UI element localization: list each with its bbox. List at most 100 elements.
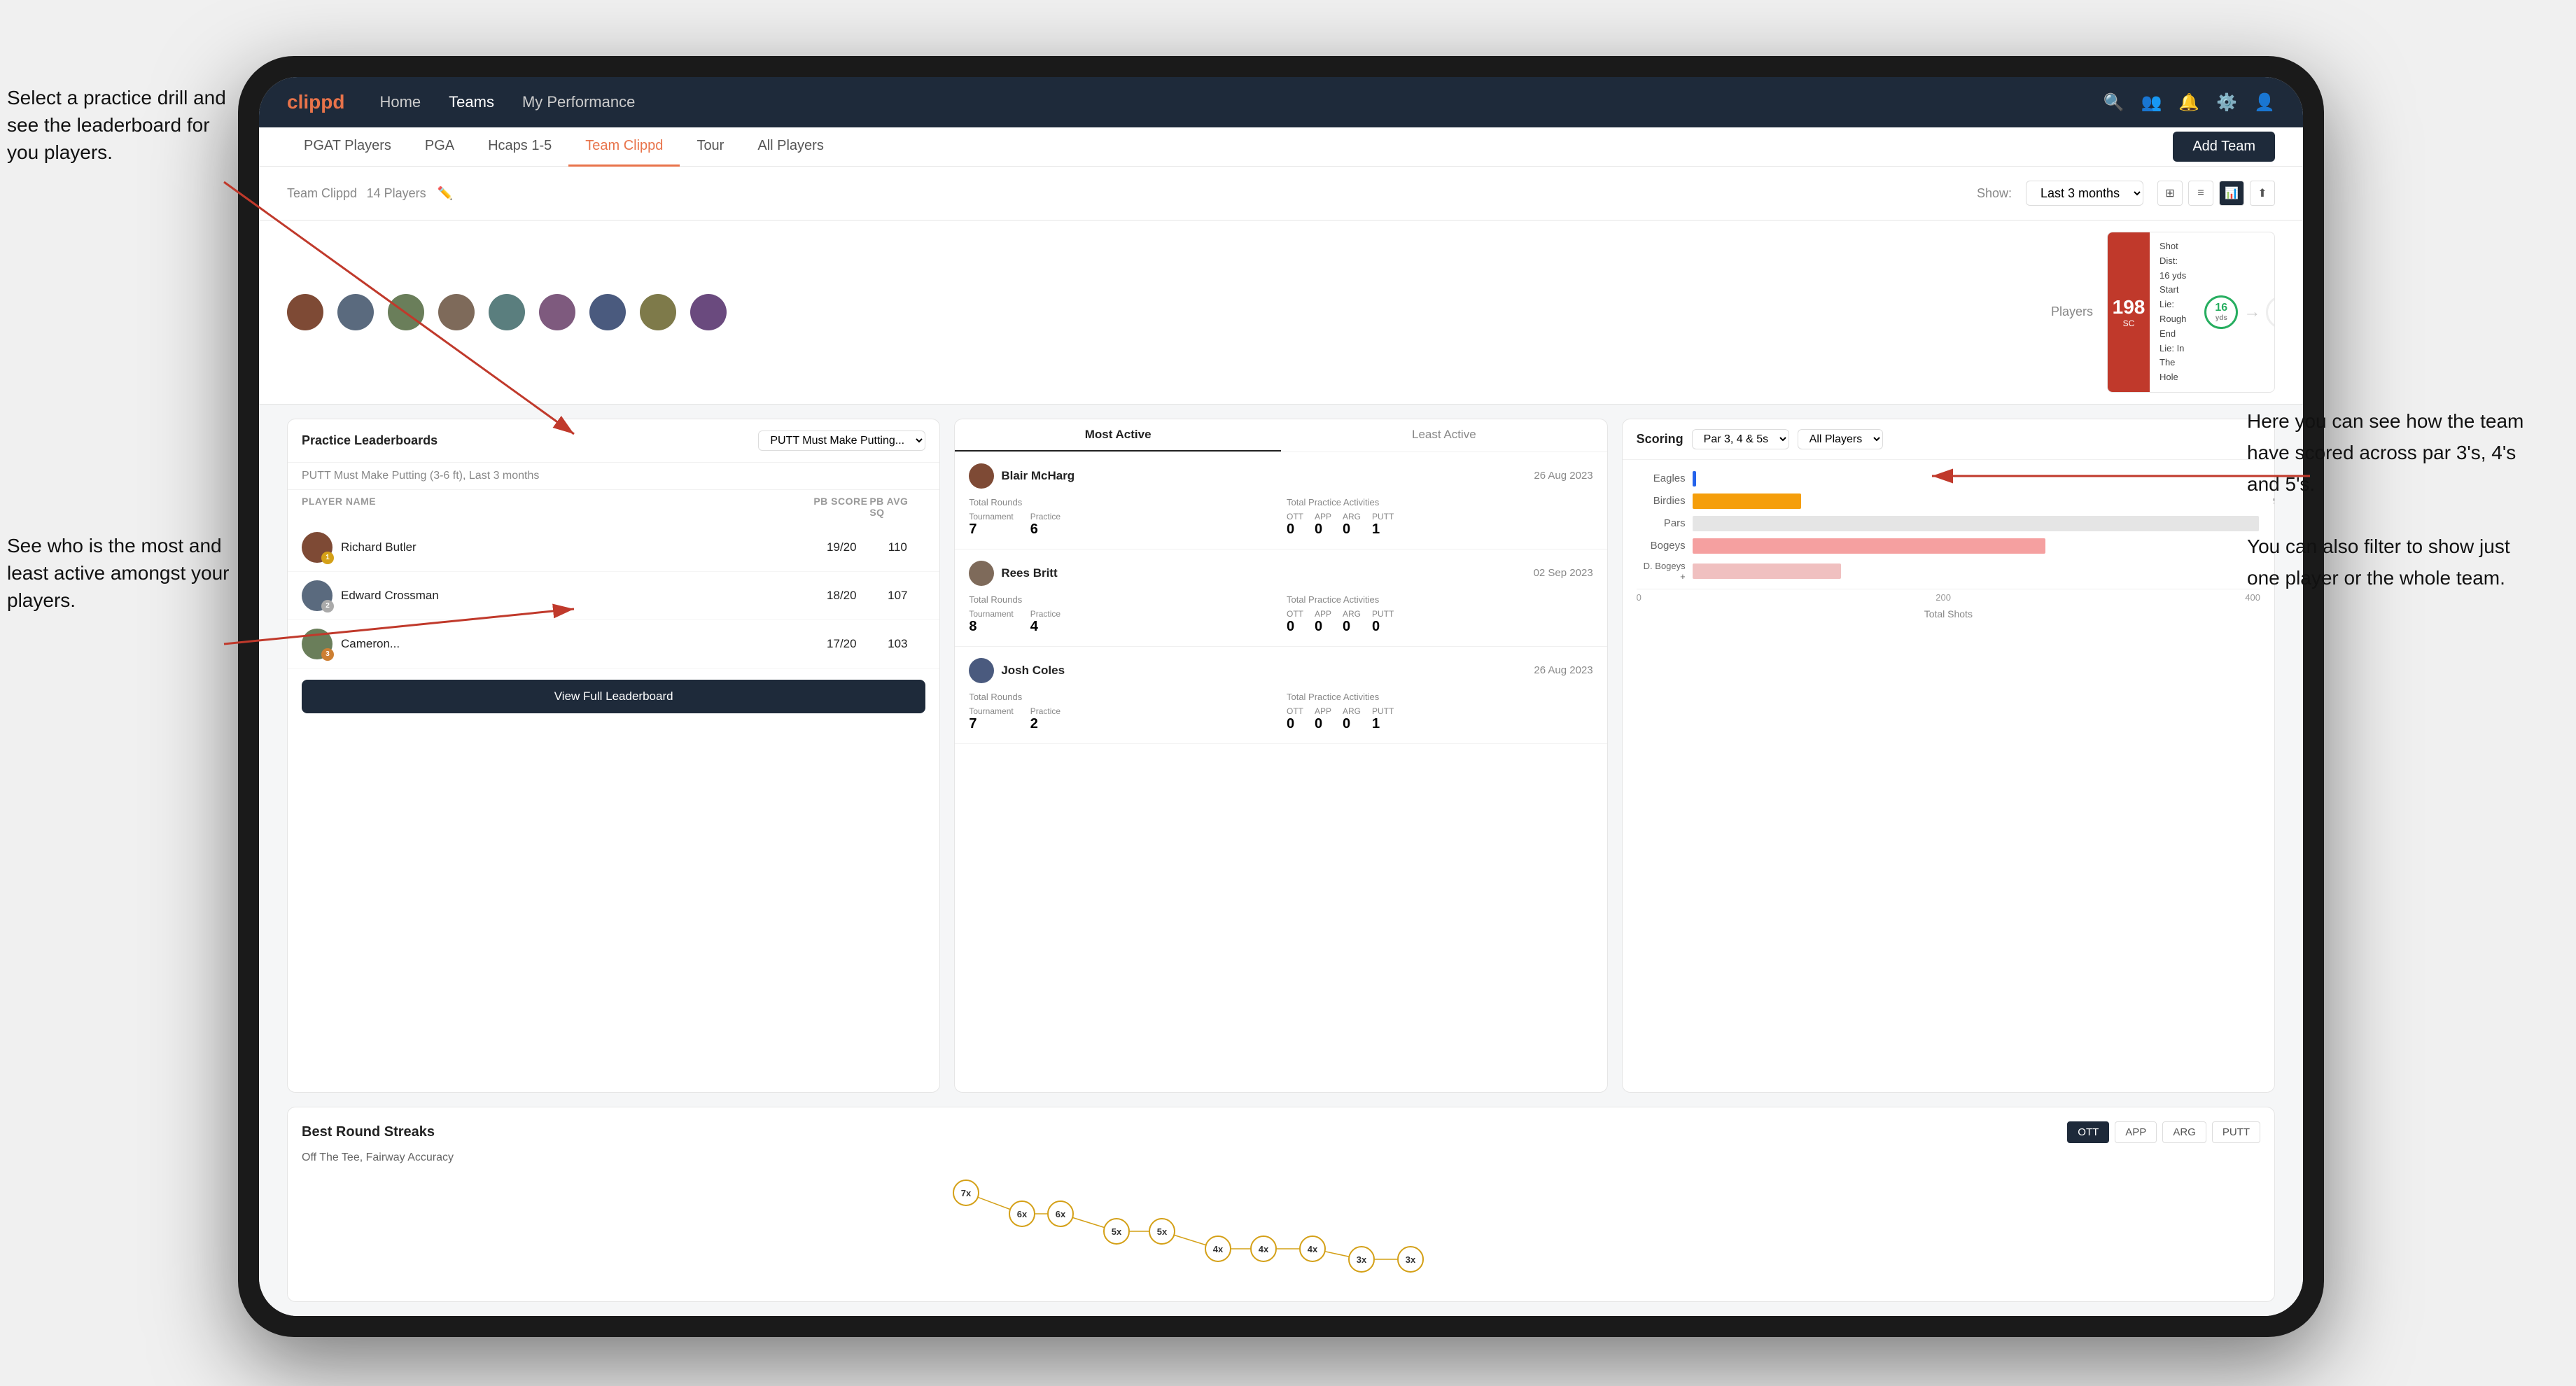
activity-thumb-1 — [969, 463, 994, 489]
svg-text:4x: 4x — [1259, 1244, 1269, 1254]
list-view-icon[interactable]: ≡ — [2188, 181, 2213, 206]
shot-info-card: 198 SC Shot Dist: 16 yds Start Lie: Roug… — [2107, 232, 2275, 393]
player-avatar-2[interactable] — [337, 294, 374, 330]
add-team-button[interactable]: Add Team — [2173, 132, 2275, 162]
arg-filter-button[interactable]: ARG — [2162, 1121, 2206, 1143]
activity-player-info-2: Rees Britt — [969, 561, 1057, 586]
subnav-team-clippd[interactable]: Team Clippd — [568, 127, 680, 167]
view-full-leaderboard-button[interactable]: View Full Leaderboard — [302, 680, 925, 713]
svg-text:3x: 3x — [1357, 1254, 1367, 1265]
players-filter-dropdown[interactable]: All Players — [1798, 429, 1883, 449]
eagles-bar — [1693, 471, 1696, 486]
player-name-2: Edward Crossman — [341, 589, 439, 603]
table-row: 1 Richard Butler 19/20 110 — [288, 524, 939, 572]
filter-view-icon[interactable]: ⬆ — [2250, 181, 2275, 206]
activity-thumb-2 — [969, 561, 994, 586]
subnav-pgat[interactable]: PGAT Players — [287, 127, 408, 167]
chart-row-pars: Pars 499 — [1637, 516, 2260, 531]
people-icon[interactable]: 👥 — [2141, 92, 2162, 113]
subnav-hcaps[interactable]: Hcaps 1-5 — [471, 127, 568, 167]
activity-name-2: Rees Britt — [1001, 566, 1057, 580]
subnav-all-players[interactable]: All Players — [741, 127, 840, 167]
logo: clippd — [287, 91, 344, 113]
putt-filter-button[interactable]: PUTT — [2212, 1121, 2260, 1143]
scoring-title: Scoring — [1637, 432, 1684, 447]
top-nav: clippd Home Teams My Performance 🔍 👥 🔔 ⚙… — [259, 77, 2303, 127]
settings-icon[interactable]: ⚙️ — [2216, 92, 2237, 113]
activity-stats-3: Total Rounds Tournament7 Practice2 Total… — [969, 692, 1592, 732]
edit-icon[interactable]: ✏️ — [438, 186, 453, 201]
bogeys-bar — [1693, 538, 2046, 554]
player-avatar-9[interactable] — [690, 294, 727, 330]
leaderboard-card: Practice Leaderboards PUTT Must Make Put… — [287, 419, 940, 1093]
grid-view-icon[interactable]: ⊞ — [2157, 181, 2183, 206]
activity-player-3: Josh Coles 26 Aug 2023 Total Rounds Tour… — [955, 647, 1606, 744]
nav-teams[interactable]: Teams — [449, 93, 494, 111]
svg-text:6x: 6x — [1017, 1209, 1028, 1219]
player-avg-2: 107 — [869, 589, 925, 603]
subnav-tour[interactable]: Tour — [680, 127, 741, 167]
birdies-bar-container: 96 — [1693, 493, 2260, 509]
shot-number: 198 SC — [2108, 232, 2150, 392]
streaks-svg: 7x 6x 6x 5x 5x 4x 4x 4x — [302, 1175, 2260, 1273]
pars-bar — [1693, 516, 2260, 531]
streaks-chart: 7x 6x 6x 5x 5x 4x 4x 4x — [302, 1175, 2260, 1287]
player-avatar-6[interactable] — [539, 294, 575, 330]
svg-text:6x: 6x — [1056, 1209, 1066, 1219]
activity-player-header-2: Rees Britt 02 Sep 2023 — [969, 561, 1592, 586]
leaderboard-header: Practice Leaderboards PUTT Must Make Put… — [288, 419, 939, 463]
table-row: 3 Cameron... 17/20 103 — [288, 620, 939, 668]
ipad-frame: clippd Home Teams My Performance 🔍 👥 🔔 ⚙… — [238, 56, 2324, 1337]
birdies-bar — [1693, 493, 1802, 509]
activity-thumb-3 — [969, 658, 994, 683]
app-filter-button[interactable]: APP — [2115, 1121, 2157, 1143]
birdies-label: Birdies — [1637, 495, 1686, 507]
chart-row-birdies: Birdies 96 — [1637, 493, 2260, 509]
bogeys-bar-container: 311 — [1693, 538, 2260, 554]
activity-card: Most Active Least Active Blair McHarg 26… — [954, 419, 1607, 1093]
shot-circles: 16 yds → 0 yds — [2196, 232, 2275, 392]
tab-least-active[interactable]: Least Active — [1281, 419, 1607, 451]
bell-icon[interactable]: 🔔 — [2178, 92, 2199, 113]
chart-view-icon[interactable]: 📊 — [2219, 181, 2244, 206]
players-label: Players — [2051, 304, 2093, 319]
nav-performance[interactable]: My Performance — [522, 93, 635, 111]
activity-name-1: Blair McHarg — [1001, 469, 1074, 483]
activity-player-header-1: Blair McHarg 26 Aug 2023 — [969, 463, 1592, 489]
par-filter-dropdown[interactable]: Par 3, 4 & 5s — [1692, 429, 1789, 449]
player-info-1: 1 Richard Butler — [302, 532, 813, 563]
player-avatar-1[interactable] — [287, 294, 323, 330]
nav-home[interactable]: Home — [379, 93, 421, 111]
leaderboard-table-header: PLAYER NAME PB SCORE PB AVG SQ — [288, 490, 939, 524]
player-avatar-7[interactable] — [589, 294, 626, 330]
activity-stats-2: Total Rounds Tournament8 Practice4 Total… — [969, 594, 1592, 635]
shot-details: Shot Dist: 16 yds Start Lie: Rough End L… — [2160, 239, 2186, 385]
player-avatar-5[interactable] — [489, 294, 525, 330]
player-avatar-8[interactable] — [640, 294, 676, 330]
chart-x-axis: 0 200 400 — [1637, 589, 2260, 606]
svg-text:5x: 5x — [1157, 1226, 1168, 1237]
scoring-chart: Eagles 3 Birdies 96 — [1623, 460, 2274, 631]
player-avatar-3[interactable] — [388, 294, 424, 330]
players-row: Players — [287, 294, 2093, 330]
activity-player-info-1: Blair McHarg — [969, 463, 1074, 489]
pars-bar-container: 499 — [1693, 516, 2260, 531]
streaks-subtitle: Off The Tee, Fairway Accuracy — [302, 1152, 2260, 1164]
player-thumb-3: 3 — [302, 629, 332, 659]
scoring-card: Scoring Par 3, 4 & 5s All Players Eagles — [1622, 419, 2275, 1093]
ott-filter-button[interactable]: OTT — [2067, 1121, 2109, 1143]
player-thumb-2: 2 — [302, 580, 332, 611]
tab-most-active[interactable]: Most Active — [955, 419, 1281, 451]
show-dropdown[interactable]: Last 3 months — [2026, 181, 2143, 206]
annotation-right: Here you can see how the team have score… — [2247, 406, 2541, 594]
player-name-1: Richard Butler — [341, 540, 416, 554]
subnav-pga[interactable]: PGA — [408, 127, 471, 167]
dbogeys-bar — [1693, 564, 1842, 579]
svg-text:3x: 3x — [1406, 1254, 1416, 1265]
user-avatar[interactable]: 👤 — [2254, 92, 2275, 113]
rank-badge-2: 2 — [321, 600, 334, 612]
search-icon[interactable]: 🔍 — [2104, 92, 2124, 113]
table-row: 2 Edward Crossman 18/20 107 — [288, 572, 939, 620]
player-avatar-4[interactable] — [438, 294, 475, 330]
drill-dropdown[interactable]: PUTT Must Make Putting... — [758, 430, 925, 451]
